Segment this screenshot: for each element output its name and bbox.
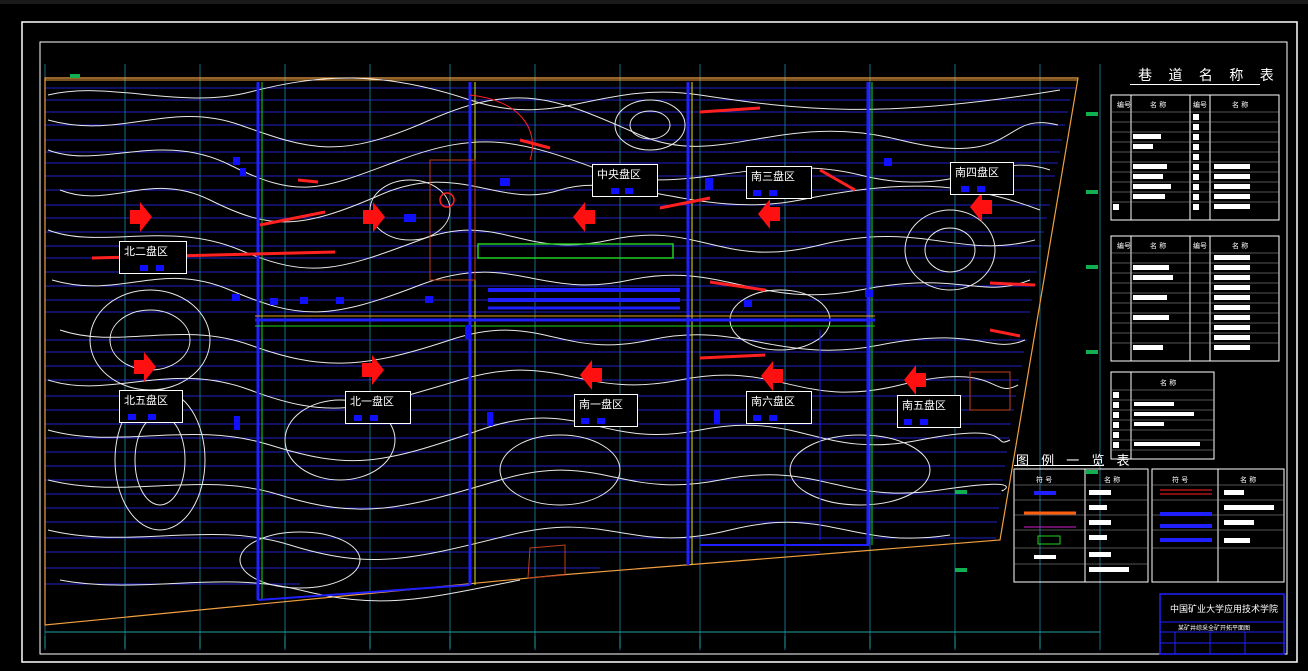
green-tags	[70, 74, 1098, 572]
school-name: 中国矿业大学应用技术学院	[1170, 605, 1279, 615]
legend-header-name: 名 称	[1104, 476, 1121, 484]
legend-title: 图 例 一 览 表	[1016, 454, 1134, 469]
legend-header-symbol2: 符 号	[1172, 476, 1189, 484]
zone-marker	[769, 415, 777, 421]
zone-marker	[148, 414, 156, 420]
table1-header-name2: 名 称	[1232, 101, 1249, 109]
zone-marker	[156, 265, 164, 271]
zone-label-text: 南一盘区	[579, 398, 623, 411]
zone-marker	[920, 419, 928, 425]
small-table-header: 名 称	[1160, 379, 1177, 387]
zone-marker	[354, 415, 362, 421]
zone-label-text: 南四盘区	[955, 166, 999, 179]
cad-drawing-canvas[interactable]	[0, 0, 1308, 671]
table1-header-name: 名 称	[1150, 101, 1167, 109]
zone-label-n5: 北五盘区	[119, 390, 183, 423]
zone-label-n2: 北二盘区	[119, 241, 187, 274]
drawing-name: 某矿井综采全矿开拓平面图	[1178, 625, 1251, 632]
zone-label-c1: 中央盘区	[592, 164, 658, 197]
axis-ticks-bottom	[44, 631, 1100, 648]
zone-marker	[611, 188, 619, 194]
legend-table-left	[1013, 468, 1149, 583]
zone-marker	[597, 418, 605, 424]
zone-label-s4: 南四盘区	[950, 162, 1014, 195]
zone-marker	[961, 186, 969, 192]
roadway-table-title: 巷 道 名 称 表	[1138, 68, 1280, 84]
zone-marker	[753, 190, 761, 196]
zone-marker	[753, 415, 761, 421]
legend-header-name2: 名 称	[1240, 476, 1257, 484]
zone-label-text: 南三盘区	[751, 170, 795, 183]
table2-header-name2: 名 称	[1232, 242, 1249, 250]
zone-label-s1: 南一盘区	[574, 394, 638, 427]
zone-marker	[581, 418, 589, 424]
zone-label-text: 中央盘区	[597, 168, 641, 181]
zone-label-text: 北五盘区	[124, 394, 168, 407]
zone-label-s3: 南三盘区	[746, 166, 812, 199]
table2-header-name: 名 称	[1150, 242, 1167, 250]
title-underline	[1130, 84, 1260, 85]
zone-marker	[769, 190, 777, 196]
zone-label-text: 北一盘区	[350, 395, 394, 408]
zone-label-s5: 南五盘区	[897, 395, 961, 428]
zone-label-text: 北二盘区	[124, 245, 168, 258]
legend-header-symbol: 符 号	[1036, 476, 1053, 484]
table2-header-no: 编号	[1117, 242, 1131, 250]
zone-marker	[977, 186, 985, 192]
zone-label-text: 南五盘区	[902, 399, 946, 412]
zone-label-n1: 北一盘区	[345, 391, 411, 424]
zone-marker	[140, 265, 148, 271]
zone-marker	[128, 414, 136, 420]
table2-header-no2: 编号	[1193, 242, 1207, 250]
zone-label-s6: 南六盘区	[746, 391, 812, 424]
zone-marker	[904, 419, 912, 425]
zone-marker	[370, 415, 378, 421]
table1-header-no: 编号	[1117, 101, 1131, 109]
table1-header-no2: 编号	[1193, 101, 1207, 109]
zone-marker	[625, 188, 633, 194]
legend-underline	[1014, 465, 1104, 466]
zone-label-text: 南六盘区	[751, 395, 795, 408]
